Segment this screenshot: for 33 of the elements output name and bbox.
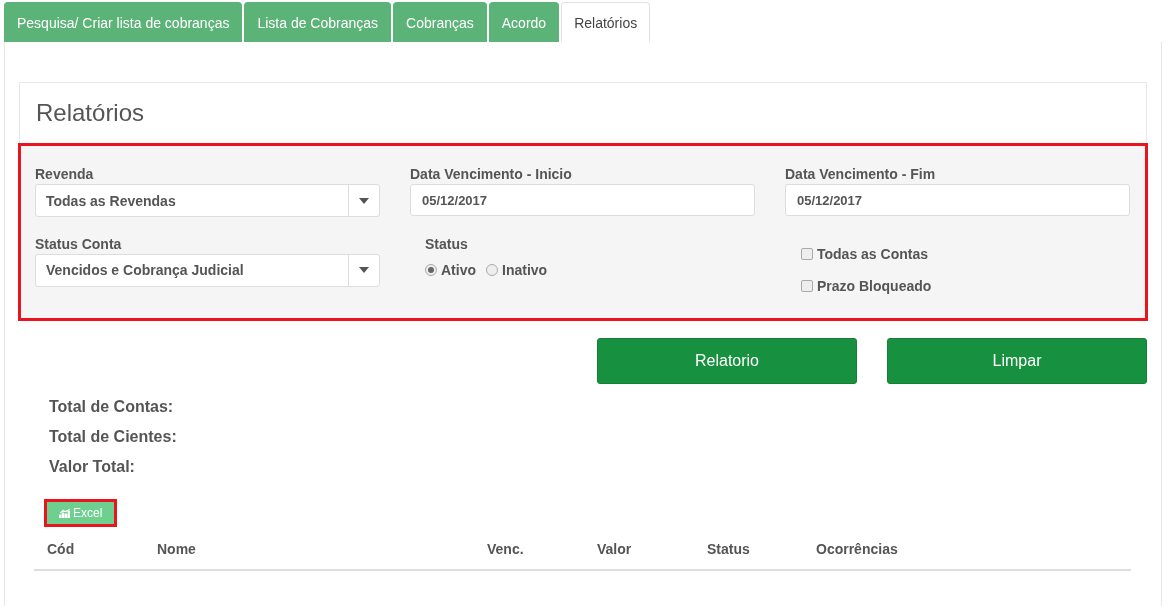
checkbox[interactable] bbox=[801, 279, 813, 292]
total-label: Total de Contas: bbox=[49, 398, 175, 416]
radio-icon[interactable] bbox=[425, 263, 437, 276]
column-header: Cód bbox=[47, 541, 76, 557]
radio-option[interactable]: Inativo bbox=[486, 261, 548, 278]
panel-title: Relatórios bbox=[35, 98, 146, 128]
action-button[interactable]: Relatorio bbox=[597, 338, 857, 384]
field-label: Data Vencimento - Fim bbox=[785, 166, 937, 182]
field-label: Status bbox=[424, 235, 469, 252]
total-label: Total de Cientes: bbox=[49, 428, 178, 446]
checkbox-option[interactable]: Todas as Contas bbox=[801, 245, 1130, 262]
column-header: Ocorrências bbox=[816, 541, 899, 557]
radio-icon[interactable] bbox=[486, 263, 498, 276]
dropdown[interactable]: Vencidos e Cobrança Judicial bbox=[35, 253, 380, 287]
date-field[interactable]: 05/12/2017 bbox=[785, 184, 1130, 216]
dropdown[interactable]: Todas as Revendas bbox=[35, 184, 380, 217]
chart-icon bbox=[59, 508, 70, 518]
caret-icon bbox=[359, 197, 369, 204]
radio-option[interactable]: Ativo bbox=[425, 261, 476, 278]
caret-icon bbox=[359, 267, 369, 273]
column-header: Status bbox=[707, 541, 751, 557]
field-label: Status Conta bbox=[35, 235, 123, 252]
column-header: Venc. bbox=[487, 541, 525, 557]
checkbox-option[interactable]: Prazo Bloqueado bbox=[801, 277, 1130, 294]
field-label: Data Vencimento - Inicio bbox=[410, 166, 573, 182]
column-header: Nome bbox=[157, 541, 197, 557]
total-label: Valor Total: bbox=[49, 458, 136, 476]
tab[interactable]: Relatórios bbox=[561, 2, 651, 42]
column-header: Valor bbox=[597, 541, 633, 557]
action-button[interactable]: Limpar bbox=[887, 338, 1147, 384]
checkbox[interactable] bbox=[801, 247, 813, 260]
date-field[interactable]: 05/12/2017 bbox=[410, 184, 755, 216]
field-label: Revenda bbox=[35, 166, 95, 182]
